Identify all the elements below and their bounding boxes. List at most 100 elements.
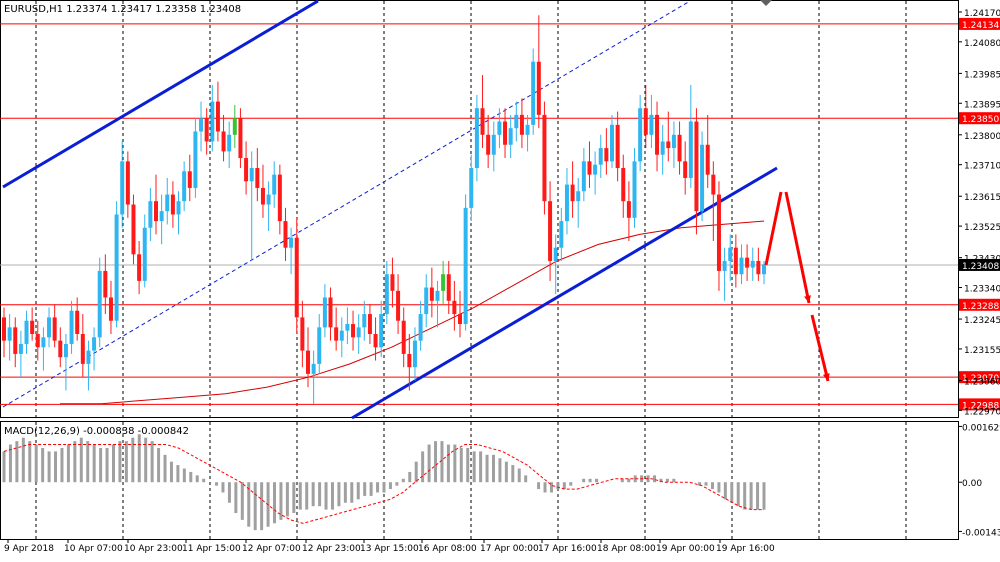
candle-body-32 [182,171,187,202]
candle-body-126 [711,174,716,195]
candle-body-131 [739,257,744,275]
candle-body-71 [401,320,406,354]
candle-body-16 [92,337,97,351]
candle-body-57 [322,297,327,328]
candle-body-31 [176,201,181,215]
candle-body-133 [750,260,755,268]
candle-body-35 [199,118,204,132]
candle-body-19 [108,297,113,321]
candle-body-120 [677,134,682,162]
candle-body-66 [373,334,378,348]
candle-body-55 [311,363,316,374]
candle-body-39 [221,131,226,152]
candle-body-40 [227,134,232,152]
candle-body-73 [412,340,417,368]
candle-body-112 [632,161,637,218]
candle-body-84 [474,108,479,168]
candle-body-36 [204,118,209,142]
candle-body-21 [120,161,125,215]
price-label-6: 1.23615 [964,193,1000,203]
candle-body-8 [47,317,52,338]
candle-body-111 [626,201,631,218]
candle-body-50 [283,221,288,248]
candle-body-135 [762,264,766,275]
candle-body-53 [300,317,305,351]
candle-body-9 [52,317,57,341]
time-label-12: 19 Apr 16:00 [716,544,775,554]
time-label-4: 12 Apr 07:00 [242,544,301,554]
macd-label: MACD(12,26,9) -0.000838 -0.000842 [4,426,189,437]
candle-body-130 [733,247,738,275]
candle-body-0 [2,317,6,341]
candle-body-26 [148,201,153,228]
candle-body-110 [621,168,626,202]
candle-body-132 [745,257,750,268]
price-label-11: 1.23155 [964,346,1000,356]
candle-body-89 [503,121,508,145]
candle-body-82 [463,207,468,325]
candle-body-30 [170,194,175,215]
candle-body-5 [30,320,35,334]
candle-body-75 [424,287,429,315]
price-label-7: 1.23525 [964,223,1000,233]
time-label-1: 10 Apr 07:00 [64,544,123,554]
candle-body-103 [581,161,586,192]
candle-body-108 [610,124,614,162]
chart-canvas[interactable]: 1.241341.238501.232881.230701.229881.234… [0,0,1000,558]
price-label-1: 1.24080 [964,39,1000,49]
candle-body-46 [260,187,265,205]
symbol-info: EURUSD,H1 1.23374 1.23417 1.23358 1.2340… [4,4,241,15]
price-label-10: 1.23245 [964,316,1000,326]
candle-body-47 [266,194,271,205]
candle-body-45 [255,168,260,188]
trading-chart[interactable]: 1.24134 1.23850 1.23288 1.23070 1.22988 1.234… [0,0,1000,558]
time-label-5: 12 Apr 23:00 [302,544,361,554]
time-label-0: 9 Apr 2018 [4,544,54,554]
candle-body-91 [514,114,519,129]
level-tag-text-2: 1.23288 [962,302,999,312]
candle-body-42 [238,118,243,159]
candle-body-17 [97,270,102,338]
candle-body-3 [18,343,23,354]
candle-body-60 [339,330,344,341]
macd-scale-label-0: 0.001629 [962,423,1000,433]
candle-body-23 [131,204,136,255]
time-label-11: 19 Apr 00:00 [656,544,715,554]
candle-body-25 [142,227,147,281]
candle-body-85 [480,108,485,135]
candle-body-18 [103,270,108,298]
candle-body-64 [362,314,367,328]
candle-body-94 [531,61,536,125]
candle-body-1 [7,327,12,341]
price-label-8: 1.23430 [964,255,1000,265]
candle-body-49 [277,174,282,222]
candle-body-87 [491,134,496,155]
candle-body-27 [154,201,158,222]
candle-body-109 [615,124,620,168]
candle-body-48 [272,174,277,195]
price-label-5: 1.23710 [964,162,1000,172]
candle-body-80 [452,300,457,315]
candle-body-98 [553,247,558,261]
candle-body-97 [548,201,553,261]
candle-body-99 [559,221,564,248]
candle-body-104 [587,161,592,175]
candle-body-77 [435,290,440,301]
candle-body-43 [244,158,249,182]
candle-body-83 [469,168,474,208]
candle-body-38 [215,101,220,132]
candle-body-24 [137,254,142,281]
candle-body-96 [542,114,547,202]
price-label-2: 1.23985 [964,70,1000,80]
candle-body-115 [649,114,654,135]
candle-body-28 [159,211,164,222]
candle-body-2 [13,327,18,354]
candle-body-114 [643,108,648,135]
candle-body-29 [165,194,170,212]
candle-body-127 [716,194,721,271]
candle-body-129 [728,247,733,261]
candle-body-22 [125,161,130,205]
price-label-9: 1.23340 [964,285,1000,295]
time-label-9: 17 Apr 16:00 [538,544,597,554]
candle-body-117 [660,141,665,155]
